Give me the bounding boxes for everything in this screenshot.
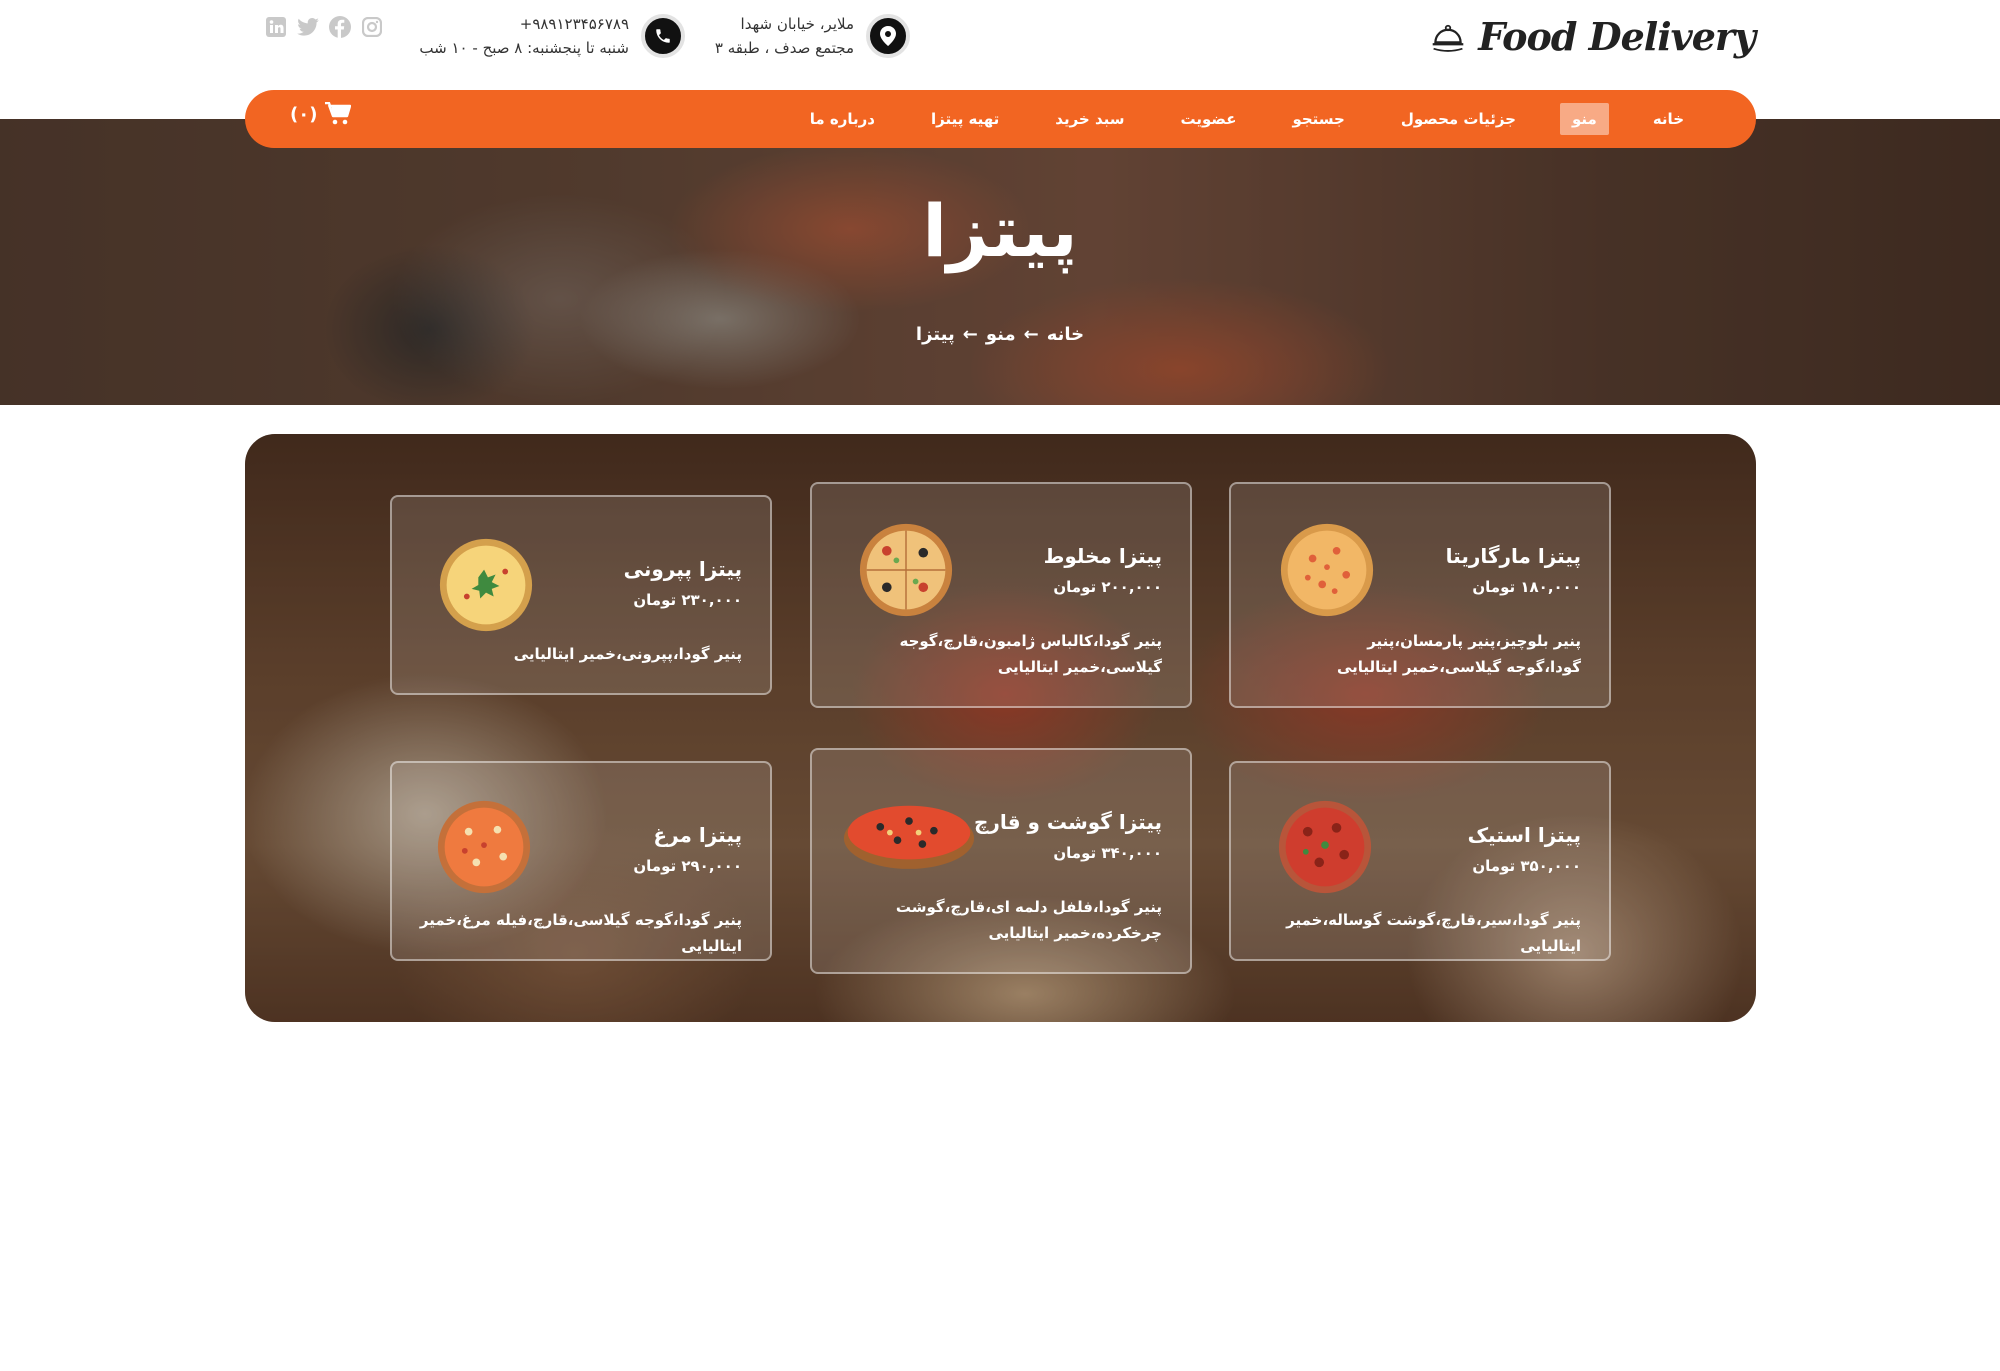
item-price: ۲۰۰,۰۰۰ تومان xyxy=(1053,578,1162,596)
nav-item-make-pizza[interactable]: تهیه پیتزا xyxy=(919,103,1011,135)
nav-item-cart[interactable]: سبد خرید xyxy=(1043,103,1136,135)
nav-item-signup[interactable]: عضویت xyxy=(1169,103,1249,135)
hero-banner: پیتزا خانه ← منو ← پیتزا xyxy=(0,119,2000,405)
shopping-cart-icon xyxy=(325,102,352,125)
cart-count: (۰) xyxy=(290,103,318,125)
item-description: پنیر گودا،سیر،قارچ،گوشت گوساله،خمیر ایتا… xyxy=(1286,911,1581,955)
item-price: ۳۵۰,۰۰۰ تومان xyxy=(1472,857,1581,875)
menu-section: پیتزا مارگاریتا ۱۸۰,۰۰۰ تومان پنیر بلوچی… xyxy=(245,434,1756,1022)
nav-item-home[interactable]: خانه xyxy=(1641,103,1696,135)
nav-item-menu[interactable]: منو xyxy=(1560,103,1609,135)
cart-button[interactable]: (۰) xyxy=(290,102,352,126)
brand[interactable]: Food Delivery xyxy=(1430,14,1756,59)
page-bottom-space xyxy=(0,1040,2000,1371)
menu-card[interactable]: پیتزا گوشت و قارچ ۳۴۰,۰۰۰ تومان پنیر گود… xyxy=(810,748,1192,974)
page-title: پیتزا xyxy=(922,189,1078,273)
menu-card[interactable]: پیتزا مارگاریتا ۱۸۰,۰۰۰ تومان پنیر بلوچی… xyxy=(1229,482,1611,708)
phone-number[interactable]: +۹۸۹۱۲۳۴۵۶۷۸۹ xyxy=(419,15,629,33)
breadcrumb-separator: ← xyxy=(1023,324,1039,345)
menu-card[interactable]: پیتزا استیک ۳۵۰,۰۰۰ تومان پنیر گودا،سیر،… xyxy=(1229,761,1611,961)
item-description: پنیر گودا،گوجه گیلاسی،قارچ،فیله مرغ،خمیر… xyxy=(419,911,742,955)
pizza-image xyxy=(859,523,953,617)
item-description: پنیر گودا،کالباس ژامبون،قارچ،گوجه گیلاسی… xyxy=(899,632,1163,676)
menu-card[interactable]: پیتزا مخلوط ۲۰۰,۰۰۰ تومان پنیر گودا،کالب… xyxy=(810,482,1192,708)
item-description: پنیر گودا،فلفل دلمه ای،قارچ،گوشت چرخکرده… xyxy=(895,898,1162,942)
address-line1: ملایر، خیابان شهدا xyxy=(740,15,854,33)
address-info: ملایر، خیابان شهدا مجتمع صدف ، طبقه ۳ xyxy=(715,14,910,58)
item-title: پیتزا استیک xyxy=(1467,823,1581,847)
instagram-icon[interactable] xyxy=(361,16,383,38)
item-description: پنیر گودا،پپرونی،خمیر ایتالیایی xyxy=(513,645,742,663)
social-links xyxy=(265,16,383,38)
breadcrumb-separator: ← xyxy=(962,324,978,345)
pizza-image xyxy=(843,805,975,869)
item-title: پیتزا مارگاریتا xyxy=(1445,544,1581,568)
pizza-image xyxy=(439,538,533,632)
pizza-image xyxy=(1280,523,1374,617)
opening-hours: شنبه تا پنجشنبه: ۸ صبح - ۱۰ شب xyxy=(419,39,629,57)
item-price: ۳۴۰,۰۰۰ تومان xyxy=(1053,844,1162,862)
breadcrumb-menu[interactable]: منو xyxy=(986,324,1016,345)
cloche-logo-icon xyxy=(1432,24,1464,52)
item-title: پیتزا مخلوط xyxy=(1043,544,1162,568)
item-price: ۲۹۰,۰۰۰ تومان xyxy=(633,857,742,875)
item-price: ۲۳۰,۰۰۰ تومان xyxy=(633,591,742,609)
item-title: پیتزا مرغ xyxy=(653,823,742,847)
phone-icon[interactable] xyxy=(641,14,685,58)
nav-item-product-details[interactable]: جزئیات محصول xyxy=(1389,103,1528,135)
location-pin-icon xyxy=(866,14,910,58)
item-title: پیتزا گوشت و قارچ xyxy=(974,810,1162,834)
phone-info: +۹۸۹۱۲۳۴۵۶۷۸۹ شنبه تا پنجشنبه: ۸ صبح - ۱… xyxy=(419,14,685,58)
linkedin-icon[interactable] xyxy=(265,16,287,38)
brand-name: Food Delivery xyxy=(1478,14,1756,59)
main-nav: خانه منو جزئیات محصول جستجو عضویت سبد خر… xyxy=(245,90,1756,148)
pizza-image xyxy=(1278,800,1372,894)
breadcrumb-current: پیتزا xyxy=(915,324,955,345)
facebook-icon[interactable] xyxy=(329,16,351,38)
pizza-image xyxy=(437,800,531,894)
item-title: پیتزا پپرونی xyxy=(623,557,742,581)
breadcrumb-home[interactable]: خانه xyxy=(1047,324,1084,345)
nav-item-search[interactable]: جستجو xyxy=(1280,103,1356,135)
top-header: Food Delivery ملایر، خیابان شهدا مجتمع ص… xyxy=(0,0,2000,90)
breadcrumb: خانه ← منو ← پیتزا xyxy=(0,324,2000,345)
twitter-icon[interactable] xyxy=(297,16,319,38)
item-description: پنیر بلوچیز،پنیر پارمسان،پنیر گودا،گوجه … xyxy=(1336,632,1581,676)
menu-card[interactable]: پیتزا مرغ ۲۹۰,۰۰۰ تومان پنیر گودا،گوجه گ… xyxy=(390,761,772,961)
address-line2: مجتمع صدف ، طبقه ۳ xyxy=(714,39,854,57)
menu-card[interactable]: پیتزا پپرونی ۲۳۰,۰۰۰ تومان پنیر گودا،پپر… xyxy=(390,495,772,695)
nav-item-about[interactable]: درباره ما xyxy=(798,103,887,135)
item-price: ۱۸۰,۰۰۰ تومان xyxy=(1472,578,1581,596)
